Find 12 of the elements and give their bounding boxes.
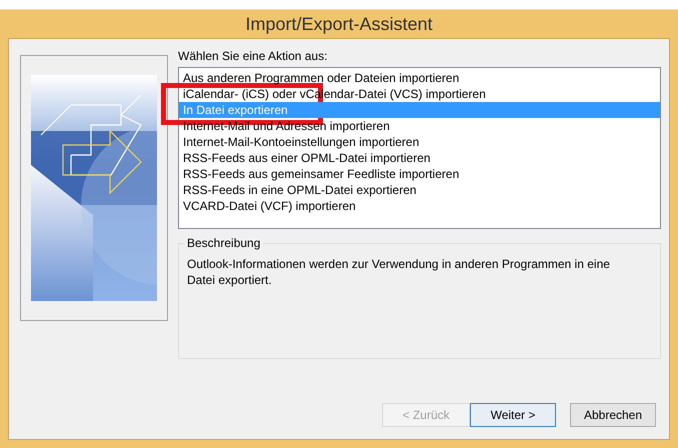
dialog-button[interactable]: Abbrechen [570,403,656,427]
list-item[interactable]: RSS-Feeds aus gemeinsamer Feedliste importieren [179,166,660,182]
list-item[interactable]: RSS-Feeds in eine OPML-Datei exportieren [179,182,660,198]
list-item[interactable]: VCARD-Datei (VCF) importieren [179,198,660,214]
window-title: Import/Export-Assistent [244,12,434,36]
list-item[interactable]: RSS-Feeds aus einer OPML-Datei importieren [179,150,660,166]
list-item[interactable]: Internet-Mail-Kontoeinstellungen importieren [179,134,660,150]
list-item[interactable]: Aus anderen Programmen oder Dateien importieren [179,70,660,86]
prompt-label: Wählen Sie eine Aktion aus: [178,49,328,63]
group-title: Beschreibung [184,236,264,250]
dialog-button[interactable]: Weiter > [470,403,556,427]
description-text: Outlook-Informationen werden zur Verwendung in anderen Programmen in eine Datei exportiert. [187,256,611,288]
